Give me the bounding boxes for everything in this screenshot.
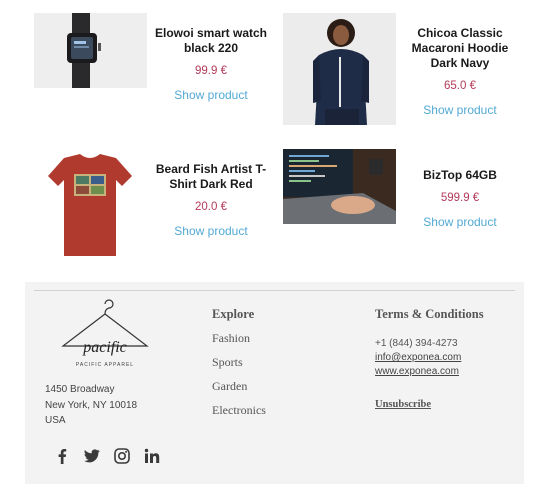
logo-script: pacific bbox=[82, 339, 127, 356]
product-card: BizTop 64GB 599.9 € Show product bbox=[274, 138, 512, 273]
product-name: BizTop 64GB bbox=[423, 168, 497, 182]
linkedin-icon[interactable] bbox=[144, 448, 160, 464]
product-name: Elowoi smart watch black 220 bbox=[154, 26, 268, 55]
address-line: USA bbox=[45, 415, 66, 426]
show-product-link[interactable]: Show product bbox=[153, 224, 269, 238]
explore-link-garden[interactable]: Garden bbox=[212, 379, 266, 394]
divider bbox=[34, 290, 515, 291]
address-line: New York, NY 10018 bbox=[45, 399, 138, 411]
product-name: Beard Fish Artist T-Shirt Dark Red bbox=[155, 162, 267, 191]
explore-title: Explore bbox=[212, 307, 255, 321]
explore-link-sports[interactable]: Sports bbox=[212, 355, 266, 370]
unsubscribe-link[interactable]: Unsubscribe bbox=[375, 399, 484, 410]
tshirt-image[interactable] bbox=[34, 152, 147, 259]
address-line: 1450 Broadway bbox=[45, 384, 115, 395]
product-price: 99.9 € bbox=[195, 65, 227, 77]
logo-tagline: PACIFIC APPAREL bbox=[76, 362, 134, 368]
product-card: Chicoa Classic Macaroni Hoodie Dark Navy… bbox=[274, 0, 512, 135]
product-name: Chicoa Classic Macaroni Hoodie Dark Navy bbox=[411, 26, 509, 70]
explore-link-fashion[interactable]: Fashion bbox=[212, 331, 266, 346]
show-product-link[interactable]: Show product bbox=[402, 103, 518, 117]
legal-column: Terms & Conditions +1 (844) 394-4273 inf… bbox=[375, 307, 484, 410]
social-links bbox=[54, 448, 160, 464]
product-card: Beard Fish Artist T-Shirt Dark Red 20.0 … bbox=[25, 138, 266, 273]
product-price: 20.0 € bbox=[195, 201, 227, 213]
show-product-link[interactable]: Show product bbox=[153, 88, 269, 102]
instagram-icon[interactable] bbox=[114, 448, 130, 464]
explore-link-electronics[interactable]: Electronics bbox=[212, 403, 266, 418]
terms-title[interactable]: Terms & Conditions bbox=[375, 307, 484, 322]
twitter-icon[interactable] bbox=[84, 448, 100, 464]
postal-address: 1450 Broadway New York, NY 10018 USA bbox=[45, 382, 137, 429]
email-body: Elowoi smart watch black 220 99.9 € Show… bbox=[25, 0, 524, 484]
brand-logo: pacific PACIFIC APPAREL bbox=[45, 298, 185, 383]
website-link[interactable]: www.exponea.com bbox=[375, 366, 484, 377]
hoodie-image[interactable] bbox=[283, 13, 396, 125]
smart-watch-image[interactable] bbox=[34, 13, 147, 88]
show-product-link[interactable]: Show product bbox=[402, 215, 518, 229]
product-price: 65.0 € bbox=[444, 80, 476, 92]
footer: pacific PACIFIC APPAREL 1450 Broadway Ne… bbox=[25, 282, 524, 484]
email-link[interactable]: info@exponea.com bbox=[375, 352, 484, 363]
explore-column: Explore Fashion Sports Garden Electronic… bbox=[212, 307, 266, 418]
phone-number: +1 (844) 394-4273 bbox=[375, 338, 458, 349]
product-price: 599.9 € bbox=[440, 192, 480, 204]
product-grid: Elowoi smart watch black 220 99.9 € Show… bbox=[25, 0, 524, 282]
facebook-icon[interactable] bbox=[54, 448, 70, 464]
laptop-image[interactable] bbox=[283, 149, 396, 224]
product-card: Elowoi smart watch black 220 99.9 € Show… bbox=[25, 0, 267, 135]
